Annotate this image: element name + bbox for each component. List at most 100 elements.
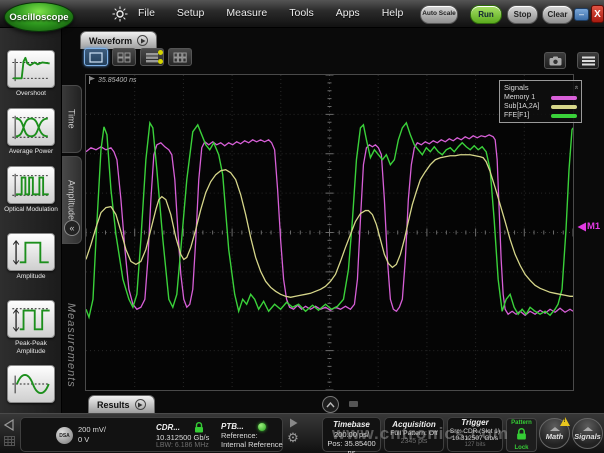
cdr-title: CDR... xyxy=(156,423,180,432)
menu-help[interactable]: Help xyxy=(382,7,404,19)
ffe-swatch xyxy=(551,114,577,118)
layout-quad-button[interactable] xyxy=(112,48,136,66)
keypad-icon[interactable] xyxy=(4,436,15,446)
screenshot-camera-button[interactable] xyxy=(544,52,566,69)
cdr-status[interactable]: CDR... 10.312500 Gb/s LBW: 6.186 MHz xyxy=(156,422,231,449)
minimize-button[interactable]: – xyxy=(574,8,589,21)
menu-tools[interactable]: Tools xyxy=(289,7,314,19)
menu-setup[interactable]: Setup xyxy=(177,7,204,19)
amplitude-icon xyxy=(9,238,53,266)
stop-button[interactable]: Stop xyxy=(507,5,538,24)
signals-legend[interactable]: Signals « Memory 1 Sub[1A,2A] FFE[F1] xyxy=(499,80,582,123)
sub-swatch xyxy=(551,105,577,109)
legend-item: FFE[F1] xyxy=(504,112,577,119)
cdr-lbw: LBW: 6.186 MHz xyxy=(156,442,231,449)
legend-item: Sub[1A,2A] xyxy=(504,103,577,110)
trigger-source: Src: CDR (Slot 1) xyxy=(448,428,502,435)
signals-button[interactable]: Signals xyxy=(572,418,603,449)
cdr-rate: 10.312500 Gb/s xyxy=(156,433,231,442)
chevron-up-icon xyxy=(550,427,560,431)
marker-arrow-icon xyxy=(577,222,586,232)
tab-time[interactable]: Time xyxy=(62,85,82,153)
tab-waveform[interactable]: Waveform xyxy=(80,31,157,49)
ptb-reference-label: Reference: xyxy=(221,431,283,440)
sidebar-collapse-button[interactable]: « xyxy=(64,220,80,236)
overshoot-icon xyxy=(9,55,53,83)
legend-collapse-icon[interactable]: « xyxy=(571,86,580,90)
overshoot-button[interactable] xyxy=(7,50,55,88)
m1-marker[interactable]: M1 xyxy=(577,221,600,232)
average-power-button[interactable] xyxy=(7,108,55,146)
measurement-label: Peak-Peak Amplitude xyxy=(0,340,62,356)
optical-modulation-icon xyxy=(9,171,53,199)
trigger-panel[interactable]: Trigger Src: CDR (Slot 1) 10.312507 Gb/s… xyxy=(447,417,503,452)
category-tabstrip: Time Amplitude « Measurements xyxy=(62,28,83,413)
measurement-label: Average Power xyxy=(0,148,62,156)
acquisition-panel[interactable]: Acquisition Full Pattern: Off 2345 pts xyxy=(384,417,444,452)
statusbar-left-controls xyxy=(1,417,17,451)
lock-icon xyxy=(194,422,204,433)
close-button[interactable]: X xyxy=(591,5,604,23)
flag-icon xyxy=(89,76,96,84)
math-button[interactable]: Math xyxy=(539,418,570,449)
amplitude-button[interactable] xyxy=(7,233,55,271)
chevron-up-icon xyxy=(583,427,593,431)
play-icon[interactable] xyxy=(135,399,146,410)
auto-scale-button[interactable]: Auto Scale xyxy=(420,5,458,24)
collapse-panel-button[interactable] xyxy=(322,396,339,413)
channel-offset: 0 V xyxy=(78,435,106,445)
ptb-reference-value: Internal Reference xyxy=(221,440,283,449)
panel-resize-handle[interactable] xyxy=(349,401,358,407)
channel-status-panel[interactable]: DSA 200 mV/ 0 V CDR... 10.312500 Gb/s LB… xyxy=(20,417,283,452)
timebase-panel[interactable]: Timebase 200.00 ps/ Pos: 35.85400 ns xyxy=(322,417,381,452)
measurements-panel-label: Measurements xyxy=(65,303,77,388)
optical-modulation-button[interactable] xyxy=(7,166,55,204)
legend-item: Memory 1 xyxy=(504,94,577,101)
menu-bar: File Setup Measure Tools Apps Help xyxy=(138,7,403,19)
toolbar-dots xyxy=(158,50,163,64)
timebase-position-flag: 35.85400 ns xyxy=(89,76,137,84)
settings-sun-icon[interactable] xyxy=(112,6,128,27)
play-icon[interactable] xyxy=(137,35,148,46)
display-menu-button[interactable] xyxy=(577,52,599,69)
pattern-lock-button[interactable]: Pattern Lock xyxy=(506,418,537,452)
yellow-dot-icon xyxy=(158,59,163,64)
measurements-sidebar: Overshoot Average Power Optical Modulati… xyxy=(0,28,62,453)
measurement-label: Optical Modulation xyxy=(0,206,62,214)
rms-button[interactable] xyxy=(7,365,55,403)
measurement-label: Overshoot xyxy=(0,90,62,98)
rms-icon xyxy=(9,370,53,398)
dsa-badge: DSA xyxy=(56,427,73,444)
waveform-display[interactable]: 35.85400 ns Signals « Memory 1 Sub[1A,2A… xyxy=(85,74,574,391)
pattern-lock-icon xyxy=(516,428,527,440)
timebase-position: Pos: 35.85400 ns xyxy=(323,439,380,453)
ptb-status[interactable]: PTB... Reference: Internal Reference xyxy=(221,422,283,449)
warning-icon xyxy=(560,417,570,426)
menu-apps[interactable]: Apps xyxy=(336,7,360,19)
oscilloscope-logo: Oscilloscope xyxy=(4,2,74,32)
clear-button[interactable]: Clear xyxy=(542,5,573,24)
app-title: Oscilloscope xyxy=(9,12,68,23)
run-button[interactable]: Run xyxy=(470,5,502,24)
title-bar: Oscilloscope File Setup Measure Tools Ap… xyxy=(0,0,604,28)
layout-single-button[interactable] xyxy=(84,48,108,66)
layout-grid-button[interactable] xyxy=(168,48,192,66)
gear-icon[interactable]: ⚙ xyxy=(287,431,299,444)
trigger-bits: 127 bits xyxy=(448,442,502,449)
peak-peak-amplitude-button[interactable] xyxy=(7,300,55,338)
menu-measure[interactable]: Measure xyxy=(226,7,267,19)
trigger-title: Trigger xyxy=(448,419,502,428)
acquisition-points: 2345 pts xyxy=(385,438,443,447)
memory1-swatch xyxy=(551,96,577,100)
peak-peak-amplitude-icon xyxy=(9,305,53,333)
timebase-scale: 200.00 ps/ xyxy=(323,430,380,439)
scroll-right-icon[interactable] xyxy=(289,418,298,428)
oscilloscope-window: Oscilloscope File Setup Measure Tools Ap… xyxy=(0,0,604,453)
acquisition-title: Acquisition xyxy=(385,420,443,430)
menu-file[interactable]: File xyxy=(138,7,155,19)
scroll-left-icon[interactable] xyxy=(4,419,14,431)
timebase-title: Timebase xyxy=(323,420,380,430)
statusbar-mid-controls: ⚙ xyxy=(285,416,301,452)
status-ok-dot-icon xyxy=(258,423,266,431)
tab-results[interactable]: Results xyxy=(88,395,155,413)
